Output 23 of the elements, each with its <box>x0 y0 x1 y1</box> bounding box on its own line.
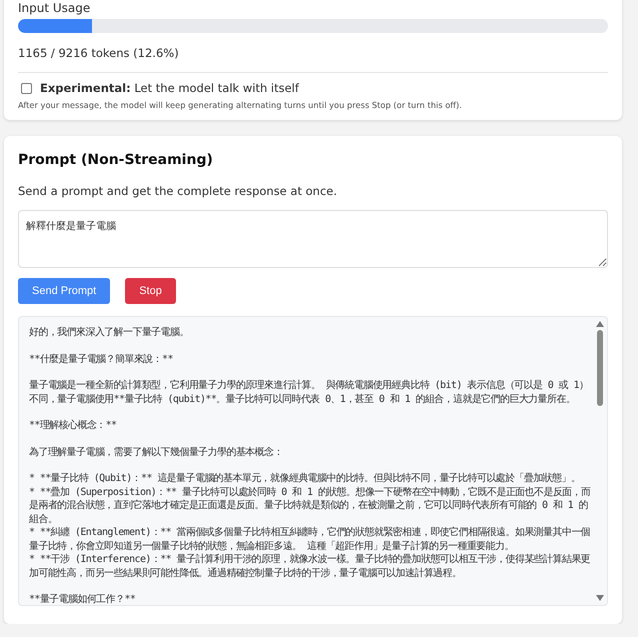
usage-title: Input Usage <box>18 1 92 15</box>
response-text: * **量子比特 (Qubit)：** 這是量子電腦的基本單元，就像經典電腦中的比特。但與比特不同，量子比特可以處於「疊加狀態」。 <box>29 472 582 486</box>
usage-reading: 1165 / 9216 tokens (12.6%) <box>18 46 180 60</box>
experimental-hint: After your message, the model will keep generating alternating turns until you press Stop (or turn this off). <box>18 100 463 110</box>
prompt-input-field[interactable]: 解釋什麼是量子電腦 <box>18 210 608 268</box>
response-text: * **糾纏 (Entanglement)：** 當兩個或多個量子比特相互糾纏時，它們的狀態就緊密相連，即使它們相隔很遠。如果測量其中一個量子比特，你會立即知道另一個量子比特的狀態，無論相距多遠。 這種「超距作用」是量子計算的另一種重要能力。 <box>29 526 591 553</box>
response-text: 為了理解量子電腦，需要了解以下幾個量子力學的基本概念： <box>29 446 284 459</box>
response-text: * **干涉 (Interference)：** 量子計算利用干涉的原理，就像水波一樣。量子比特的疊加狀態可以相互干涉，使得某些計算結果更加可能性高，而另一些結果則可能性降低。通過精確控制量子比特的干涉，量子電腦可以加速計算過程。 <box>29 553 591 580</box>
response-text: * **疊加 (Superposition)：** 量子比特可以處於同時 0 和 1 的狀態。想像一下硬幣在空中轉動，它既不是正面也不是反面，而是兩者的混合狀態，直到它落地才確定是正面還是反面。量子比特就是類似的，在被測量之前，它可以同時代表所有可能的 0 和 1 的組合。 <box>29 486 591 526</box>
scroll-up-icon[interactable] <box>596 321 604 327</box>
response-text: **什麼是量子電腦？簡單來說：** <box>29 352 174 366</box>
experimental-label: Experimental: Let the model talk with itself <box>40 81 299 95</box>
response-text: **理解核心概念：** <box>29 419 118 432</box>
scroll-down-icon[interactable] <box>596 595 604 601</box>
response-text: **量子電腦如何工作？** <box>29 593 136 605</box>
prompt-description: Send a prompt and get the complete response at once. <box>18 184 338 198</box>
response-text: 量子電腦是一種全新的計算類型，它利用量子力學的原理來進行計算。 與傳統電腦使用經典比特 (bit) 表示信息（可以是 0 或 1）不同，量子電腦使用**量子比特 (qubit)**。量子比特可以同時代表 0、1，甚至 0 和 1 的組合，這就是它們的巨大力量所在。 <box>29 379 590 406</box>
stop-button[interactable]: Stop <box>125 278 176 304</box>
send-button[interactable]: Send Prompt <box>18 278 110 304</box>
scrollbar-thumb[interactable] <box>597 330 603 406</box>
response-text: 好的，我們來深入了解一下量子電腦。 <box>29 326 190 340</box>
prompt-title: Prompt (Non-Streaming) <box>18 152 214 168</box>
experimental-checkbox[interactable] <box>21 82 32 94</box>
